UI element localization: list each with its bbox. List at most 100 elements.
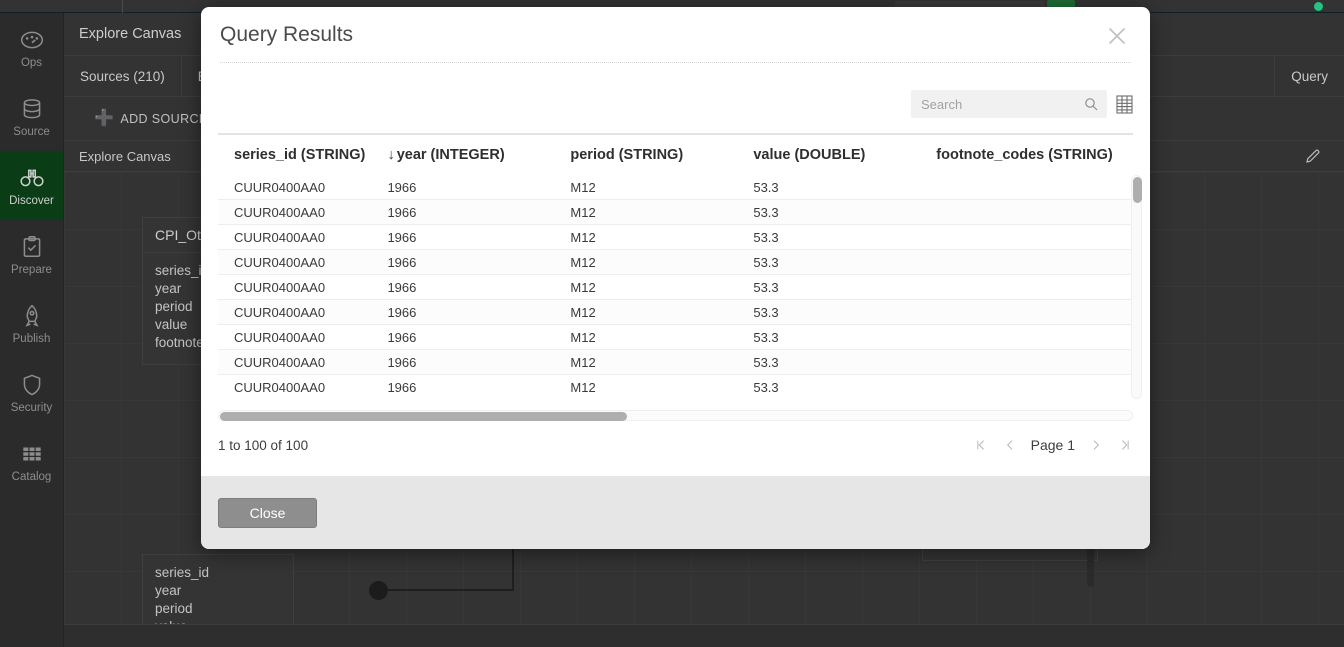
sidebar-item-ops[interactable]: Ops xyxy=(0,13,63,82)
cell-value: 53.3 xyxy=(753,329,779,345)
cell-value: 53.3 xyxy=(753,229,779,245)
column-header-year-label: year (INTEGER) xyxy=(396,147,505,163)
table-row[interactable]: CUUR0400AA0 1966 M12 53.3 xyxy=(218,375,1133,399)
cell-value: 53.3 xyxy=(753,204,779,220)
table-body[interactable]: CUUR0400AA0 1966 M12 53.3 CUUR0400AA0 19… xyxy=(218,175,1133,399)
cell-period: M12 xyxy=(570,279,596,295)
sidebar-item-label: Discover xyxy=(9,194,54,207)
status-dot xyxy=(1314,2,1323,11)
sidebar-item-publish[interactable]: Publish xyxy=(0,289,63,358)
table-row[interactable]: CUUR0400AA0 1966 M12 53.3 xyxy=(218,200,1133,225)
sidebar-item-prepare[interactable]: Prepare xyxy=(0,220,63,289)
column-header-series-id[interactable]: series_id (STRING) xyxy=(218,147,387,163)
tab-query[interactable]: Query xyxy=(1274,56,1344,96)
cell-period: M12 xyxy=(570,304,596,320)
rocket-icon xyxy=(19,303,45,329)
canvas-node-field: series_id xyxy=(155,565,210,580)
cell-value: 53.3 xyxy=(753,279,779,295)
next-page-icon[interactable] xyxy=(1088,437,1104,453)
table-row[interactable]: CUUR0400AA0 1966 M12 53.3 xyxy=(218,300,1133,325)
table-row[interactable]: CUUR0400AA0 1966 M12 53.3 xyxy=(218,225,1133,250)
table-row[interactable]: CUUR0400AA0 1966 M12 53.3 xyxy=(218,175,1133,200)
cell-year: 1966 xyxy=(387,304,417,320)
sidebar-item-label: Catalog xyxy=(11,470,52,483)
table-row[interactable]: CUUR0400AA0 1966 M12 53.3 xyxy=(218,275,1133,300)
table-horizontal-scrollbar[interactable] xyxy=(218,410,1133,421)
cell-period: M12 xyxy=(570,254,596,270)
search-input[interactable] xyxy=(911,90,1107,118)
breadcrumb[interactable]: Explore Canvas xyxy=(79,26,181,42)
sidebar-item-security[interactable]: Security xyxy=(0,358,63,427)
first-page-icon[interactable] xyxy=(973,437,989,453)
gauge-icon xyxy=(19,27,45,53)
tab-sources[interactable]: Sources (210) xyxy=(64,56,182,96)
close-icon[interactable] xyxy=(1102,21,1132,51)
sidebar-item-source[interactable]: Source xyxy=(0,82,63,151)
canvas-node-field: period xyxy=(155,601,193,616)
table-row[interactable]: CUUR0400AA0 1966 M12 53.3 xyxy=(218,250,1133,275)
canvas-edge-node-dot[interactable] xyxy=(369,581,388,600)
cell-series-id: CUUR0400AA0 xyxy=(234,279,326,295)
canvas-node-secondary[interactable]: series_id year period value xyxy=(142,554,294,624)
page-label: Page 1 xyxy=(1030,437,1075,453)
canvas-node-field: year xyxy=(155,583,182,598)
cell-period: M12 xyxy=(570,204,596,220)
top-bar-divider xyxy=(122,0,123,13)
cell-series-id: CUUR0400AA0 xyxy=(234,254,326,270)
record-count-label: 1 to 100 of 100 xyxy=(218,437,309,453)
table-horizontal-scroll-thumb[interactable] xyxy=(220,412,627,421)
cell-period: M12 xyxy=(570,229,596,245)
table-row[interactable]: CUUR0400AA0 1966 M12 53.3 xyxy=(218,325,1133,350)
dialog-title: Query Results xyxy=(220,23,354,46)
cell-year: 1966 xyxy=(387,329,417,345)
cell-year: 1966 xyxy=(387,179,417,195)
cell-value: 53.3 xyxy=(753,379,779,395)
cell-series-id: CUUR0400AA0 xyxy=(234,229,326,245)
cell-year: 1966 xyxy=(387,204,417,220)
cell-year: 1966 xyxy=(387,354,417,370)
column-header-year[interactable]: ↓ year (INTEGER) xyxy=(387,147,570,163)
grid-blocks-icon xyxy=(19,441,45,467)
sidebar-item-discover[interactable]: Discover xyxy=(0,151,63,220)
cell-period: M12 xyxy=(570,329,596,345)
shield-icon xyxy=(19,372,45,398)
cell-year: 1966 xyxy=(387,229,417,245)
column-header-value[interactable]: value (DOUBLE) xyxy=(753,147,936,163)
add-source-button[interactable]: ➕ ADD SOURCE xyxy=(94,109,208,127)
canvas-status-bar xyxy=(64,624,1344,647)
column-header-footnote-codes[interactable]: footnote_codes (STRING) xyxy=(936,147,1133,163)
cell-year: 1966 xyxy=(387,279,417,295)
cell-series-id: CUUR0400AA0 xyxy=(234,329,326,345)
search-icon[interactable] xyxy=(1083,96,1099,112)
left-nav-rail: Ops Source Discover Prepare Publish Secu… xyxy=(0,13,64,647)
sidebar-item-label: Publish xyxy=(12,332,51,345)
cell-series-id: CUUR0400AA0 xyxy=(234,304,326,320)
pagination-controls: Page 1 xyxy=(973,437,1133,453)
database-icon xyxy=(19,96,45,122)
last-page-icon[interactable] xyxy=(1117,437,1133,453)
close-button[interactable]: Close xyxy=(218,497,317,528)
table-vertical-scrollbar[interactable] xyxy=(1131,175,1142,399)
column-header-period[interactable]: period (STRING) xyxy=(570,147,753,163)
table-vertical-scroll-thumb[interactable] xyxy=(1133,177,1142,203)
table-header-row: series_id (STRING) ↓ year (INTEGER) perio… xyxy=(218,135,1133,175)
sidebar-item-catalog[interactable]: Catalog xyxy=(0,427,63,496)
sidebar-item-label: Source xyxy=(13,125,50,138)
dialog-footer: Close xyxy=(201,476,1150,549)
table-row[interactable]: CUUR0400AA0 1966 M12 53.3 xyxy=(218,350,1133,375)
cell-value: 53.3 xyxy=(753,354,779,370)
dialog-body: series_id (STRING) ↓year (INTEGER) perio… xyxy=(201,63,1150,476)
sort-desc-icon: ↓ xyxy=(387,147,395,163)
edit-pencil-icon[interactable] xyxy=(1304,147,1322,165)
prev-page-icon[interactable] xyxy=(1002,437,1018,453)
cell-value: 53.3 xyxy=(753,254,779,270)
cell-period: M12 xyxy=(570,179,596,195)
plus-icon: ➕ xyxy=(94,109,115,127)
cell-value: 53.3 xyxy=(753,179,779,195)
cell-year: 1966 xyxy=(387,254,417,270)
search-field[interactable] xyxy=(911,90,1107,118)
table-grid-icon[interactable] xyxy=(1116,94,1133,114)
cell-series-id: CUUR0400AA0 xyxy=(234,204,326,220)
cell-series-id: CUUR0400AA0 xyxy=(234,379,326,395)
cell-period: M12 xyxy=(570,354,596,370)
